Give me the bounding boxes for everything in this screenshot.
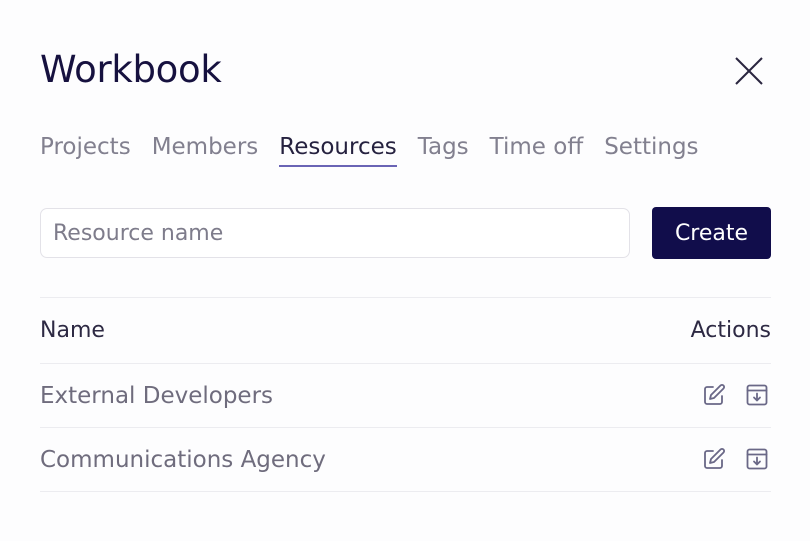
column-header-actions: Actions xyxy=(690,318,771,343)
tab-projects[interactable]: Projects xyxy=(40,130,131,164)
tab-bar: Projects Members Resources Tags Time off… xyxy=(40,130,720,167)
dialog-title: Workbook xyxy=(40,48,222,91)
tab-settings[interactable]: Settings xyxy=(604,130,698,164)
tab-tags[interactable]: Tags xyxy=(418,130,469,164)
row-actions xyxy=(702,447,769,471)
resource-name-input[interactable] xyxy=(40,208,630,258)
tab-members[interactable]: Members xyxy=(152,130,259,164)
resource-name: External Developers xyxy=(40,383,274,409)
edit-icon[interactable] xyxy=(702,447,726,471)
edit-icon[interactable] xyxy=(702,383,726,407)
workbook-dialog: Workbook Projects Members Resources Tags… xyxy=(0,0,810,541)
tab-resources[interactable]: Resources xyxy=(279,130,398,167)
archive-icon[interactable] xyxy=(745,447,769,471)
archive-icon[interactable] xyxy=(745,383,769,407)
tab-time-off[interactable]: Time off xyxy=(490,130,584,164)
row-actions xyxy=(702,383,769,407)
row-divider xyxy=(40,491,771,492)
table-top-divider xyxy=(40,297,771,298)
resource-name: Communications Agency xyxy=(40,447,326,473)
close-icon[interactable] xyxy=(733,55,765,87)
table-row: External Developers xyxy=(40,364,771,428)
column-header-name: Name xyxy=(40,318,105,343)
table-row: Communications Agency xyxy=(40,428,771,492)
create-button[interactable]: Create xyxy=(652,207,771,259)
